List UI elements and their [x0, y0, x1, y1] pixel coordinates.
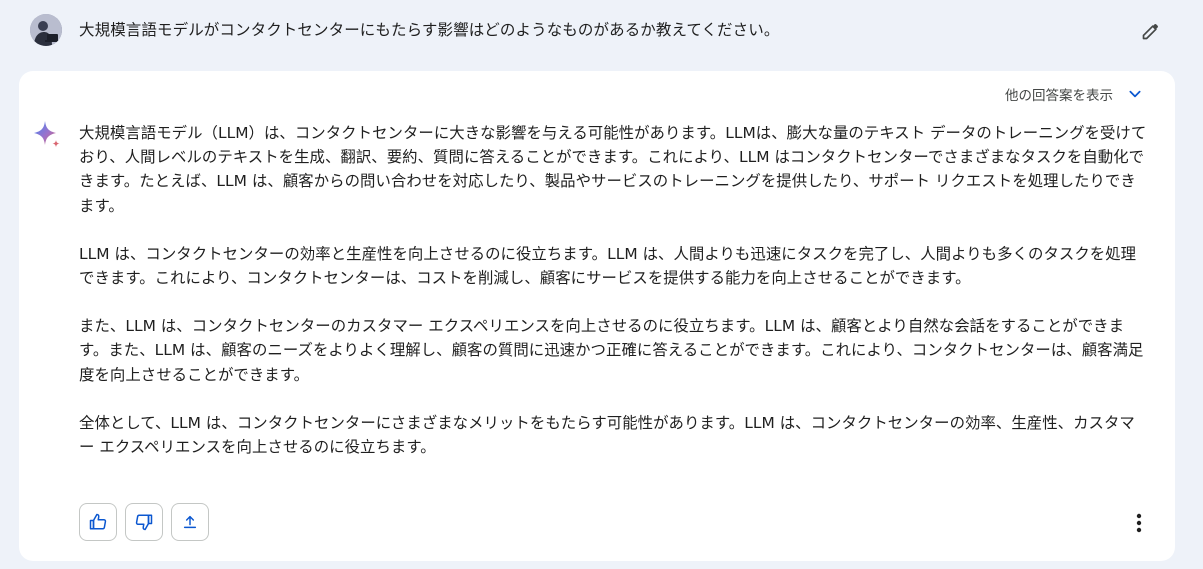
- response-card: 他の回答案を表示 大規模言語モデル（LLM）は、コンタクトセンターに大きな影響を…: [19, 71, 1175, 561]
- show-drafts-label: 他の回答案を表示: [1005, 88, 1113, 104]
- thumbs-up-icon: [89, 513, 107, 530]
- user-avatar[interactable]: [30, 14, 62, 46]
- chevron-down-icon: [1129, 90, 1141, 98]
- pencil-icon: [1142, 24, 1158, 40]
- share-button[interactable]: [171, 503, 209, 541]
- response-paragraph: 全体として、LLM は、コンタクトセンターにさまざまなメリットをもたらす可能性が…: [79, 413, 1135, 457]
- edit-prompt-button[interactable]: [1137, 17, 1165, 45]
- response-paragraph: 大規模言語モデル（LLM）は、コンタクトセンターに大きな影響を与える可能性があり…: [79, 124, 1147, 215]
- thumbs-down-icon: [135, 514, 153, 531]
- show-drafts-button[interactable]: 他の回答案を表示: [1005, 84, 1143, 104]
- more-options-button[interactable]: [1125, 509, 1153, 537]
- thumbs-up-button[interactable]: [79, 503, 117, 541]
- user-prompt-text: 大規模言語モデルがコンタクトセンターにもたらす影響はどのようなものがあるか教えて…: [79, 21, 780, 39]
- thumbs-down-button[interactable]: [125, 503, 163, 541]
- user-prompt-row: 大規模言語モデルがコンタクトセンターにもたらす影響はどのようなものがあるか教えて…: [0, 0, 1203, 62]
- sparkle-icon: [32, 120, 62, 150]
- response-paragraph: また、LLM は、コンタクトセンターのカスタマー エクスペリエンスを向上させるの…: [79, 317, 1144, 384]
- more-vert-icon: [1136, 513, 1142, 533]
- avatar-illustration: [30, 14, 62, 46]
- share-icon: [183, 515, 197, 529]
- response-actions: [79, 503, 209, 541]
- response-body: 大規模言語モデル（LLM）は、コンタクトセンターに大きな影響を与える可能性があり…: [79, 121, 1149, 483]
- response-paragraph: LLM は、コンタクトセンターの効率と生産性を向上させるのに役立ちます。LLM …: [79, 244, 1137, 288]
